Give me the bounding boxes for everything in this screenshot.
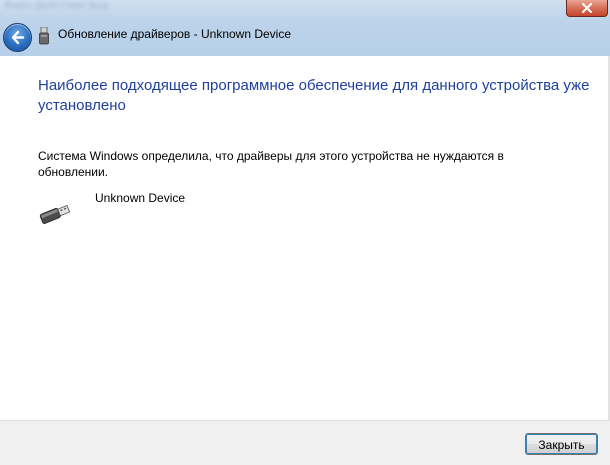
footer-bar: Закрыть bbox=[0, 420, 610, 465]
title-bar: Файл Действие Вид Обновление драйверов -… bbox=[0, 0, 610, 56]
result-description: Система Windows определила, что драйверы… bbox=[38, 149, 504, 179]
window-close-button[interactable] bbox=[566, 0, 608, 17]
device-name: Unknown Device bbox=[95, 191, 186, 205]
back-button[interactable] bbox=[3, 23, 32, 52]
driver-update-window: Файл Действие Вид Обновление драйверов -… bbox=[0, 0, 610, 465]
content-area: Наиболее подходящее программное обеспече… bbox=[0, 56, 610, 420]
background-blur-text: Файл Действие Вид bbox=[4, 0, 109, 11]
usb-device-icon bbox=[39, 27, 49, 45]
close-button[interactable]: Закрыть bbox=[525, 433, 598, 455]
window-title: Обновление драйверов - Unknown Device bbox=[58, 27, 292, 41]
close-icon bbox=[582, 3, 592, 13]
usb-plug-icon bbox=[39, 204, 71, 224]
back-arrow-icon bbox=[11, 30, 25, 45]
result-heading: Наиболее подходящее программное обеспече… bbox=[38, 77, 590, 114]
